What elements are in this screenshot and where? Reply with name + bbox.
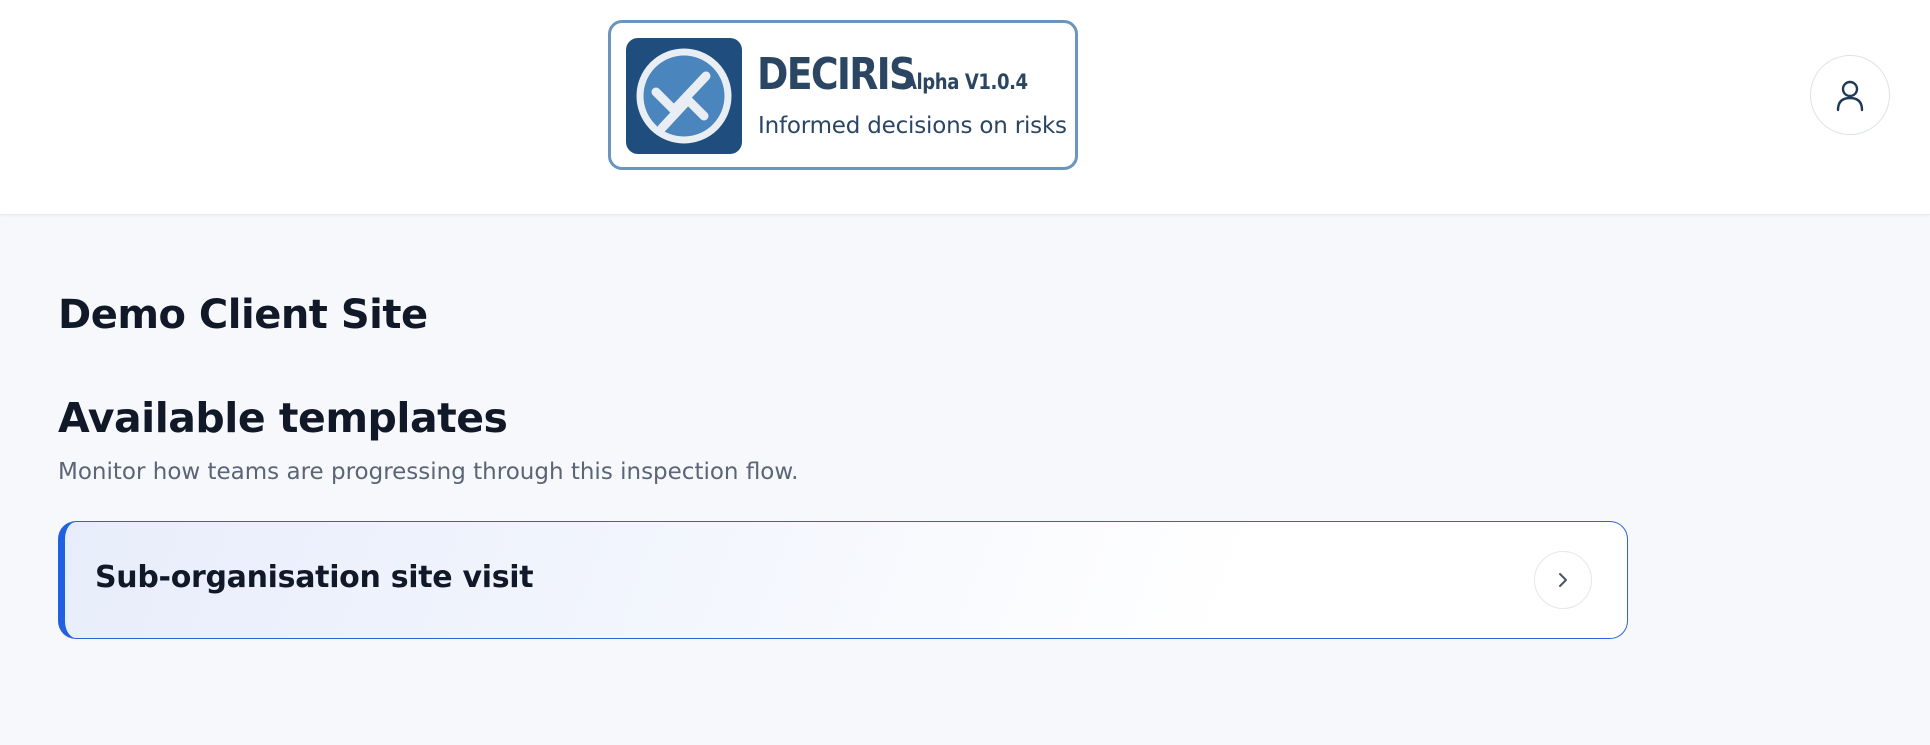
user-menu-button[interactable] (1810, 55, 1890, 135)
brand-logo[interactable]: DECIRISAlpha V1.0.4 Informed decisions o… (608, 20, 1078, 170)
brand-name: DECIRIS (757, 49, 916, 100)
section-title: Available templates (58, 394, 508, 442)
open-template-button[interactable] (1534, 551, 1592, 609)
check-trend-logo-icon (626, 38, 742, 154)
top-navigation-bar: DECIRISAlpha V1.0.4 Informed decisions o… (0, 0, 1930, 215)
brand-tagline: Informed decisions on risks (758, 113, 1067, 139)
template-card[interactable]: Sub-organisation site visit (58, 521, 1628, 639)
brand-version: Alpha V1.0.4 (903, 70, 1028, 94)
template-name: Sub-organisation site visit (95, 560, 534, 595)
page-title: Demo Client Site (58, 292, 428, 338)
user-icon (1836, 80, 1864, 112)
chevron-right-icon (1559, 573, 1567, 587)
brand-title: DECIRISAlpha V1.0.4 (757, 49, 1048, 100)
section-subtitle: Monitor how teams are progressing throug… (58, 459, 799, 485)
